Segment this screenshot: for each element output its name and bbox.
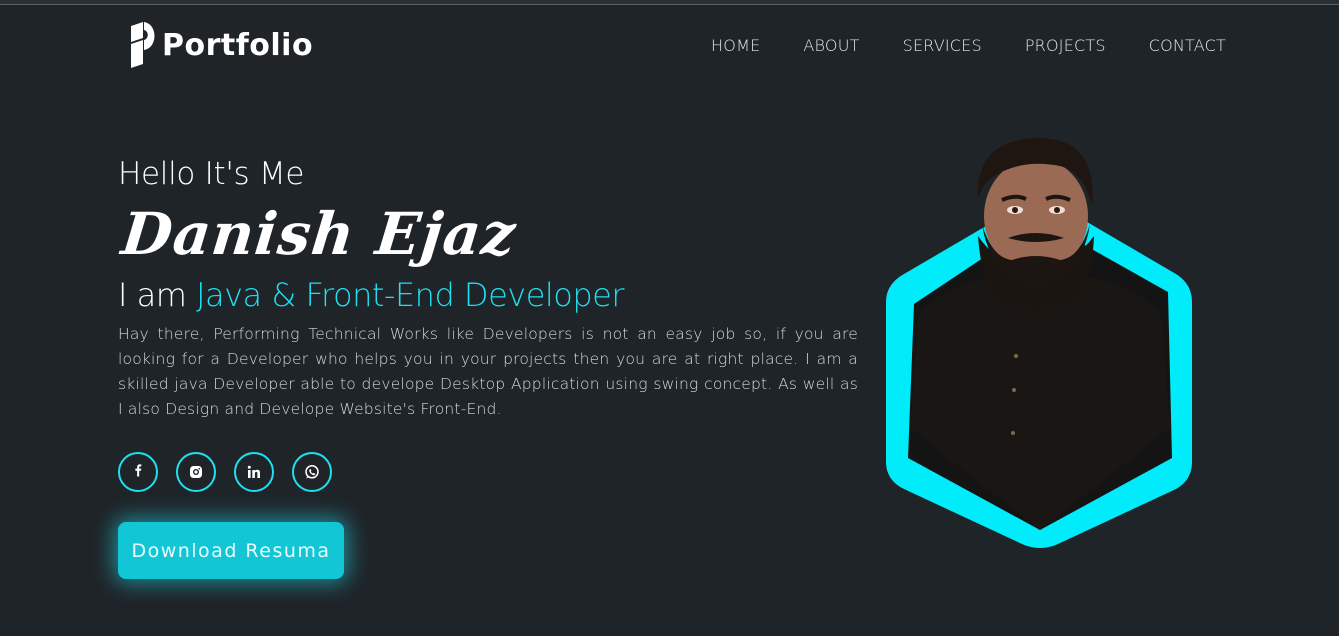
greeting: Hello It's Me <box>118 156 305 192</box>
whatsapp-icon <box>305 465 319 479</box>
top-border <box>0 0 1339 5</box>
nav-home[interactable]: HOME <box>711 36 760 55</box>
instagram-link[interactable] <box>176 452 216 492</box>
download-resume-button[interactable]: Download Resuma <box>118 522 344 579</box>
logo-mark-icon <box>131 22 155 68</box>
hero-description: Hay there, Performing Technical Works li… <box>118 325 858 418</box>
nav-about[interactable]: ABOUT <box>803 36 859 55</box>
main-nav: HOME ABOUT SERVICES PROJECTS CONTACT <box>711 36 1226 55</box>
linkedin-link[interactable] <box>234 452 274 492</box>
hero-name: Danish Ejaz <box>118 200 520 268</box>
nav-projects[interactable]: PROJECTS <box>1025 36 1106 55</box>
logo-text: Portfolio <box>162 27 314 63</box>
role-highlight: Java & Front-End Developer <box>196 276 624 314</box>
logo[interactable]: Portfolio <box>128 22 313 68</box>
role-prefix: I am <box>118 276 187 314</box>
facebook-icon <box>135 464 142 477</box>
facebook-link[interactable] <box>118 452 158 492</box>
nav-services[interactable]: SERVICES <box>903 36 982 55</box>
hero-role: I am Java & Front-End Developer <box>118 276 624 314</box>
nav-contact[interactable]: CONTACT <box>1149 36 1226 55</box>
profile-portrait <box>886 137 1192 548</box>
linkedin-icon <box>247 465 260 478</box>
instagram-icon <box>190 466 202 478</box>
whatsapp-link[interactable] <box>292 452 332 492</box>
social-links <box>118 452 332 492</box>
